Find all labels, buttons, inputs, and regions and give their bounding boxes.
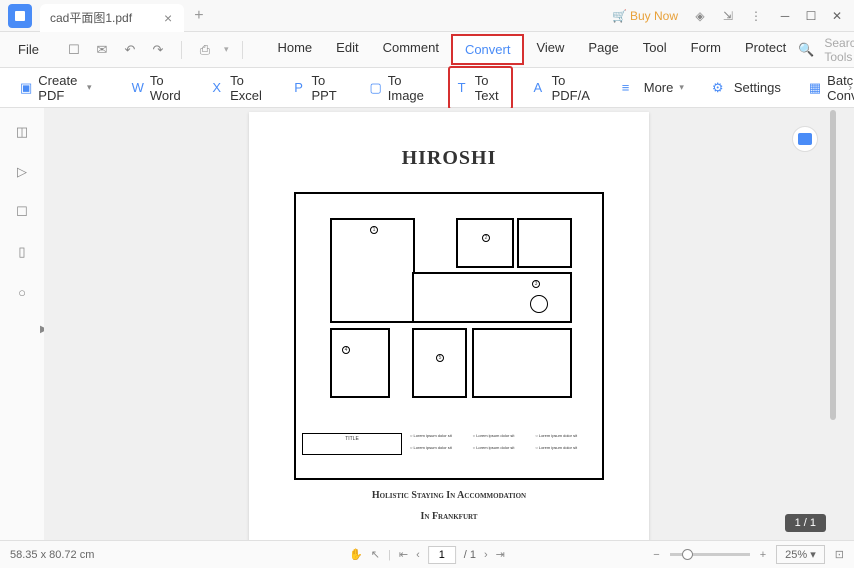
create-pdf-icon: ▣ bbox=[20, 80, 32, 96]
save-icon[interactable]: ☐ bbox=[65, 41, 83, 59]
more-icon: ≡ bbox=[622, 80, 638, 96]
add-tab-button[interactable]: + bbox=[194, 7, 203, 25]
word-badge-icon bbox=[798, 133, 812, 145]
menu-tool[interactable]: Tool bbox=[631, 34, 679, 65]
zoom-value[interactable]: 25% ▾ bbox=[776, 545, 825, 564]
share-icon[interactable]: ⇲ bbox=[716, 4, 740, 28]
print-icon[interactable]: ⎙ bbox=[196, 41, 214, 59]
cart-icon: 🛒 bbox=[612, 9, 627, 23]
first-page-icon[interactable]: ⇤ bbox=[399, 548, 408, 561]
pdfa-icon: A bbox=[533, 80, 545, 96]
minimize-button[interactable]: ─ bbox=[772, 2, 798, 30]
gear-icon: ⚙ bbox=[712, 80, 728, 96]
redo-icon[interactable]: ↷ bbox=[149, 41, 167, 59]
document-subtitle-1: Holistic Staying In Accommodation bbox=[277, 490, 621, 501]
legend-title-box: TITLE bbox=[302, 433, 402, 455]
chevron-down-icon: ▾ bbox=[87, 82, 92, 93]
menu-icon[interactable]: ⋮ bbox=[744, 4, 768, 28]
zoom-slider[interactable] bbox=[670, 553, 750, 556]
menu-edit[interactable]: Edit bbox=[324, 34, 370, 65]
create-pdf-button[interactable]: ▣ Create PDF ▾ bbox=[12, 68, 100, 108]
search-icon: 🔍 bbox=[798, 42, 814, 58]
attachments-icon[interactable]: ▯ bbox=[12, 242, 32, 262]
convert-word-floating-button[interactable] bbox=[792, 126, 818, 152]
search-tools-input[interactable]: Search Tools bbox=[824, 36, 854, 64]
pdf-page: HIROSHI 1 2 3 4 5 TITLE ○ Lorem ipsum bbox=[249, 112, 649, 540]
batch-convert-button[interactable]: ▦ Batch Conve bbox=[801, 68, 854, 108]
scrollbar-thumb[interactable] bbox=[830, 110, 836, 420]
comments-icon[interactable]: ☐ bbox=[12, 202, 32, 222]
to-pdfa-button[interactable]: A To PDF/A bbox=[525, 68, 601, 108]
chevron-down-icon: ▾ bbox=[679, 82, 684, 93]
tab-title: cad平面图1.pdf bbox=[50, 9, 132, 26]
more-button[interactable]: ≡ More ▾ bbox=[614, 75, 692, 101]
last-page-icon[interactable]: ⇥ bbox=[496, 548, 505, 561]
file-menu[interactable]: File bbox=[8, 42, 49, 57]
menu-form[interactable]: Form bbox=[679, 34, 733, 65]
vertical-scrollbar[interactable] bbox=[830, 108, 838, 540]
mail-icon[interactable]: ✉ bbox=[93, 41, 111, 59]
to-excel-button[interactable]: X To Excel bbox=[204, 68, 274, 108]
bookmarks-icon[interactable]: ▷ bbox=[12, 162, 32, 182]
menu-convert[interactable]: Convert bbox=[451, 34, 525, 65]
menu-view[interactable]: View bbox=[524, 34, 576, 65]
document-tab[interactable]: cad平面图1.pdf × bbox=[40, 4, 184, 32]
batch-icon: ▦ bbox=[809, 80, 821, 96]
notification-icon[interactable]: ◈ bbox=[688, 4, 712, 28]
thumbnails-icon[interactable]: ◫ bbox=[12, 122, 32, 142]
menu-comment[interactable]: Comment bbox=[371, 34, 451, 65]
fit-page-icon[interactable]: ⊡ bbox=[835, 548, 844, 561]
buy-now-link[interactable]: 🛒 Buy Now bbox=[612, 9, 678, 23]
select-tool-icon[interactable]: ↖ bbox=[371, 548, 380, 561]
undo-icon[interactable]: ↶ bbox=[121, 41, 139, 59]
image-icon: ▢ bbox=[369, 80, 381, 96]
close-tab-icon[interactable]: × bbox=[164, 10, 172, 26]
next-page-icon[interactable]: › bbox=[484, 549, 488, 561]
maximize-button[interactable]: ☐ bbox=[798, 2, 824, 30]
document-subtitle-2: In Frankfurt bbox=[277, 511, 621, 522]
word-icon: W bbox=[132, 80, 144, 96]
floorplan-drawing: 1 2 3 4 5 TITLE ○ Lorem ipsum dolor sit … bbox=[294, 192, 604, 480]
to-image-button[interactable]: ▢ To Image bbox=[361, 68, 435, 108]
to-text-button[interactable]: T To Text bbox=[448, 66, 514, 110]
zoom-in-icon[interactable]: + bbox=[760, 549, 766, 561]
search-panel-icon[interactable]: ○ bbox=[12, 282, 32, 302]
page-indicator-badge: 1 / 1 bbox=[785, 514, 826, 532]
ppt-icon: P bbox=[294, 80, 305, 96]
menu-page[interactable]: Page bbox=[576, 34, 630, 65]
document-title: HIROSHI bbox=[277, 147, 621, 170]
close-button[interactable]: ✕ bbox=[824, 2, 850, 30]
left-sidebar: ◫ ▷ ☐ ▯ ○ bbox=[0, 108, 44, 540]
page-number-input[interactable] bbox=[428, 546, 456, 564]
menu-home[interactable]: Home bbox=[265, 34, 324, 65]
page-total: / 1 bbox=[464, 549, 476, 561]
zoom-slider-thumb[interactable] bbox=[682, 549, 693, 560]
app-icon[interactable] bbox=[8, 4, 32, 28]
excel-icon: X bbox=[212, 80, 224, 96]
toolbar-overflow-icon[interactable]: › bbox=[848, 82, 852, 94]
to-word-button[interactable]: W To Word bbox=[124, 68, 193, 108]
settings-button[interactable]: ⚙ Settings bbox=[704, 75, 789, 101]
zoom-out-icon[interactable]: − bbox=[653, 549, 659, 561]
document-viewport[interactable]: HIROSHI 1 2 3 4 5 TITLE ○ Lorem ipsum bbox=[44, 108, 854, 540]
dropdown-icon[interactable]: ▾ bbox=[224, 44, 229, 55]
hand-tool-icon[interactable]: ✋ bbox=[349, 548, 363, 561]
menu-protect[interactable]: Protect bbox=[733, 34, 798, 65]
text-icon: T bbox=[458, 80, 469, 96]
prev-page-icon[interactable]: ‹ bbox=[416, 549, 420, 561]
to-ppt-button[interactable]: P To PPT bbox=[286, 68, 349, 108]
page-dimensions: 58.35 x 80.72 cm bbox=[10, 549, 94, 561]
